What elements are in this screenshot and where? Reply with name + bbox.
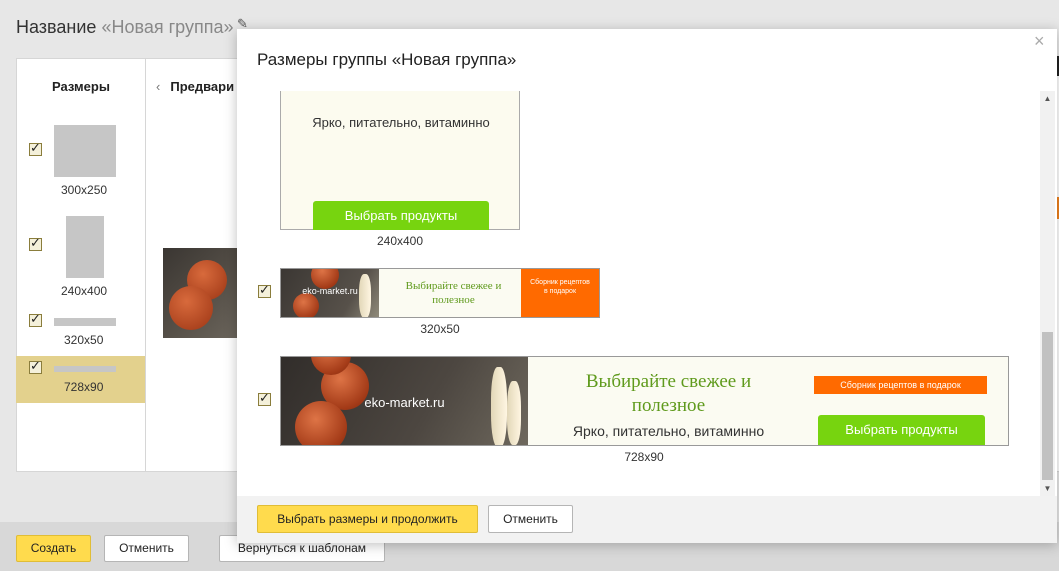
size-label: 728x90 (64, 380, 104, 394)
page-title-prefix: Название (16, 17, 97, 37)
banner-size-label: 240x400 (376, 234, 424, 248)
banner-logo: eko-market.ru (302, 286, 358, 296)
banner-checkbox-320x50[interactable]: ✓ (258, 283, 271, 298)
banner-headline: Выбирайте свежее и полезное (585, 371, 752, 416)
size-thumb-320x50[interactable] (54, 318, 116, 326)
close-icon[interactable]: × (1034, 31, 1045, 52)
cancel-button[interactable]: Отменить (104, 535, 189, 562)
scroll-up-icon[interactable]: ▲ (1040, 91, 1055, 106)
scrollbar-thumb[interactable] (1042, 332, 1053, 480)
confirm-sizes-button[interactable]: Выбрать размеры и продолжить (257, 505, 478, 533)
banner-size-label: 728x90 (624, 450, 664, 464)
page-title-group: «Новая группа» (101, 17, 234, 37)
size-thumb-728x90[interactable] (54, 366, 116, 372)
sizes-dialog: Размеры группы «Новая группа» × Ярко, пи… (237, 29, 1057, 543)
size-checkbox-320x50[interactable]: ✓ (29, 312, 42, 327)
banner-badge: Сборник рецептов в подарок (814, 376, 987, 394)
size-checkbox-300x250[interactable]: ✓ (29, 141, 42, 156)
banner-tagline: Ярко, питательно, витаминно (572, 423, 765, 439)
size-thumb-300x250[interactable] (54, 125, 116, 177)
size-label: 300x250 (61, 183, 108, 197)
dialog-scroll-area[interactable]: Ярко, питательно, витаминно Выбрать прод… (237, 91, 1057, 496)
scroll-down-icon[interactable]: ▼ (1040, 481, 1055, 496)
banner-badge: Сборник рецептов в подарок (521, 269, 599, 317)
banner-checkbox-728x90[interactable]: ✓ (258, 391, 271, 406)
banner-size-label: 320x50 (420, 322, 460, 336)
chevron-left-icon[interactable]: ‹ (156, 79, 160, 94)
banner-headline: Выбирайте свежее и полезное (405, 280, 502, 306)
page-title: Название «Новая группа» (16, 17, 233, 38)
size-checkbox-728x90[interactable]: ✓ (29, 359, 42, 374)
banner-240x400: Ярко, питательно, витаминно Выбрать прод… (280, 91, 520, 230)
size-thumb-240x400[interactable] (66, 216, 104, 278)
banner-logo: eko-market.ru (364, 395, 445, 410)
preview-image (163, 248, 238, 338)
banner-tagline: Ярко, питательно, витаминно (312, 115, 490, 130)
size-checkbox-240x400[interactable]: ✓ (29, 236, 42, 251)
banner-320x50: eko-market.ru Выбирайте свежее и полезно… (280, 268, 600, 318)
banner-cta: Выбрать продукты (818, 415, 985, 445)
preview-header-label: Предвари (170, 79, 235, 94)
create-button[interactable]: Создать (16, 535, 91, 562)
banner-728x90: eko-market.ru Выбирайте свежее и полезно… (280, 356, 1009, 446)
dialog-cancel-button[interactable]: Отменить (488, 505, 573, 533)
dialog-title: Размеры группы «Новая группа» (257, 50, 517, 69)
size-label: 320x50 (64, 333, 104, 347)
preview-header: ‹ Предвари (156, 79, 234, 94)
sizes-header: Размеры (52, 79, 110, 94)
dialog-footer: Выбрать размеры и продолжить Отменить (237, 496, 1057, 543)
size-label: 240x400 (61, 284, 108, 298)
banner-cta: Выбрать продукты (313, 201, 489, 230)
banner-badge-text: Сборник рецептов в подарок (530, 279, 590, 295)
